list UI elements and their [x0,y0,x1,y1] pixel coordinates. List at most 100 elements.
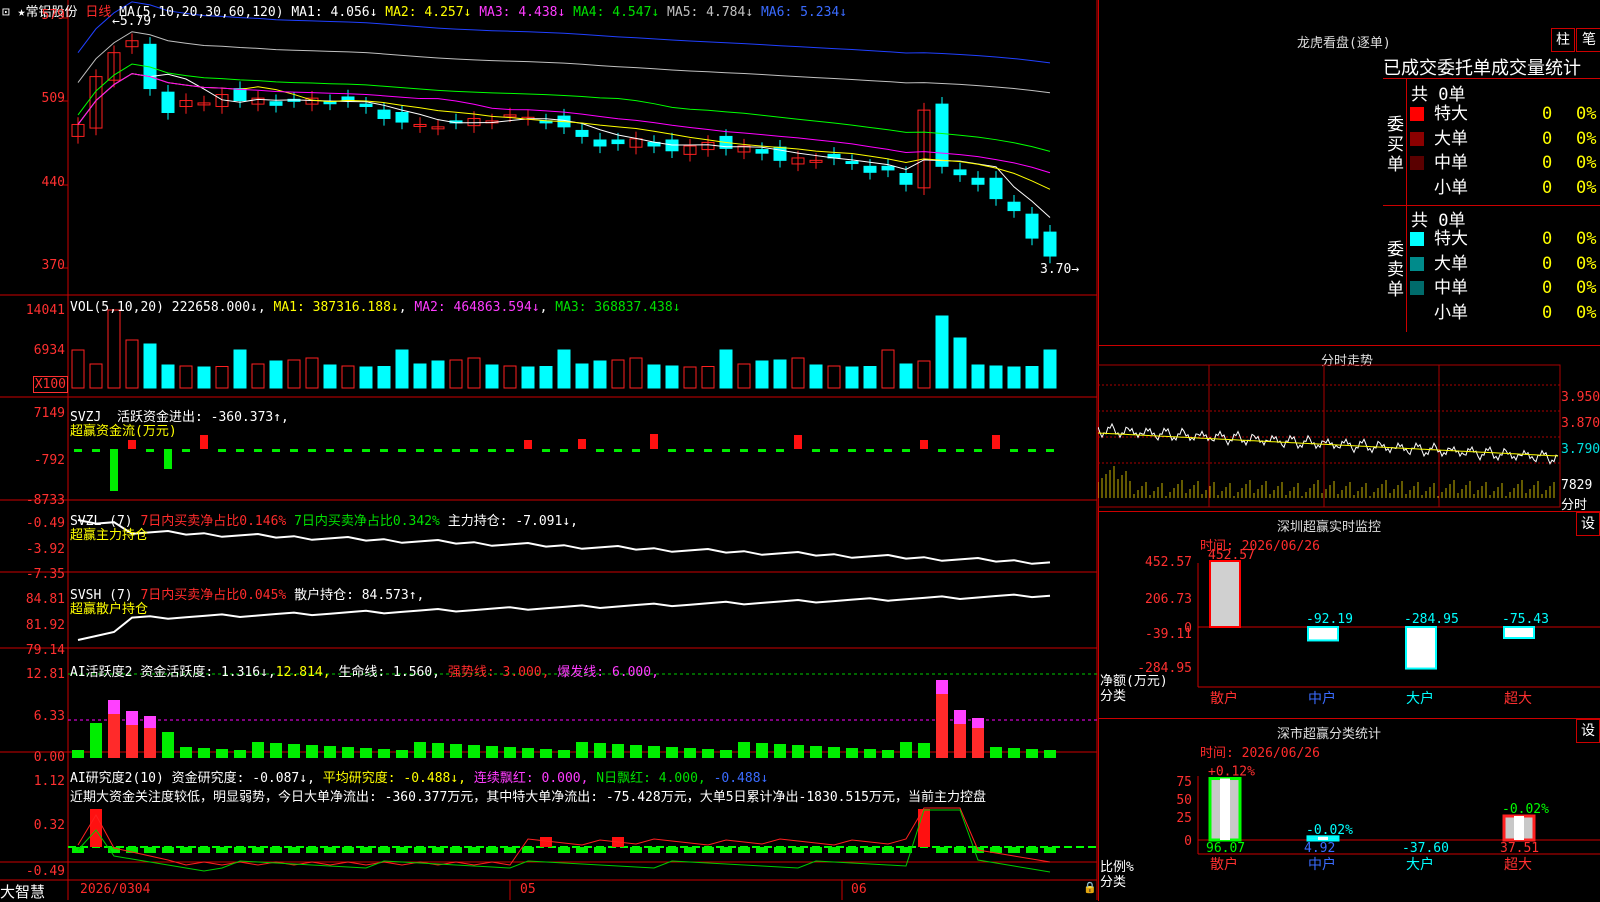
volume-bar [773,359,787,389]
activity-bar [810,746,822,758]
activity-bar [882,750,894,758]
activity-bar [630,745,642,758]
svzj-subtitle: 超赢资金流(万元) [70,424,177,439]
ai2-tick: 0.32 [33,818,65,833]
column-button[interactable]: 柱 [1551,28,1575,52]
class-y-tick: 25 [1176,811,1192,826]
volume-bar [449,359,463,389]
fundflow-bar [830,449,838,452]
activity-bar [360,748,372,758]
fundflow-bar [524,440,532,449]
svzl-tick: -0.49 [25,516,65,531]
menu-icon[interactable]: ⊡ [2,5,10,20]
fundflow-bar [866,449,874,452]
research-bar [378,847,390,853]
class-bar-highlight [1514,815,1524,840]
research-bar [882,847,894,853]
activity-bar [540,749,552,758]
candle-body [575,129,589,137]
research-bar [540,837,552,847]
fundflow-bar [470,449,478,452]
class-bottom-value: 37.51 [1500,841,1539,856]
sell-row: 大单 0 0% [1410,253,1600,275]
activity-bar [900,742,912,758]
order-count: 0 [1542,153,1553,173]
fundflow-bar [974,449,982,452]
activity-bar [756,743,768,758]
activity-bar [828,747,840,758]
order-size-label: 小单 [1434,302,1468,323]
fundflow-bar [1046,449,1054,452]
activity-bar [684,748,696,758]
fundflow-bar [704,449,712,452]
activity-bar [864,749,876,758]
order-count: 0 [1542,253,1553,274]
research-bar [792,847,804,853]
price-tick: 509 [41,91,65,106]
fundflow-bar [416,449,424,452]
monitor-y-tick: 206.73 [1145,592,1192,607]
activity-bar [342,747,354,758]
kline-chart-area[interactable] [0,0,1098,900]
fundflow-bar [362,449,370,452]
order-percent: 0% [1576,253,1597,274]
buy-total: 共 0单 [1411,85,1466,105]
volume-bar [971,364,985,389]
svsh-tick: 79.14 [25,643,65,658]
vol-unit-badge: X100 [32,376,68,393]
svzl-tick: -3.92 [25,542,65,557]
category-label: 大户 [1406,856,1434,873]
volume-bar [233,349,247,389]
fundflow-bar [614,449,622,452]
volume-bar [341,365,355,389]
volume-bar [323,364,337,389]
activity-bar [702,749,714,758]
svzl-subtitle: 超赢主力持仓 [70,528,149,543]
fundflow-bar [650,434,658,449]
order-percent: 0% [1576,104,1597,124]
activity-bar [792,745,804,758]
class-bottom-value: 96.07 [1206,841,1245,856]
class-bottom-value: 4.92 [1304,841,1335,856]
period-label[interactable]: 日线 [85,5,111,20]
activity-bar [270,743,282,758]
color-swatch [1410,281,1424,295]
vol-tick: 6934 [33,343,65,358]
category-label: 散户 [1210,856,1238,873]
volume-bar [1025,366,1039,389]
activity-bar [558,750,570,758]
buy-row: 特大 0 0% [1410,103,1600,125]
fundflow-bar [794,435,802,449]
fundflow-bar [218,449,226,452]
research-bar [684,847,696,853]
fundflow-bar [884,449,892,452]
volume-bar [719,349,733,389]
research-bar [1044,847,1056,853]
monitor-bar-label: -92.19 [1306,612,1353,627]
svzj-tick: -792 [33,453,65,468]
research-bar [504,847,516,853]
volume-bar [917,360,931,389]
activity-bar-top [972,718,984,728]
svzj-tick: 7149 [33,406,65,421]
research-bar [702,847,714,853]
color-swatch [1410,131,1424,146]
activity-bar [396,750,408,758]
research-bar [522,847,534,853]
app-logo: 大智慧 [0,884,46,901]
date-label: 05 [520,882,536,897]
buy-orders-label: 委买单 [1387,115,1404,175]
ai1-tick: 6.33 [33,709,65,724]
lock-icon[interactable]: 🔒 [1083,881,1097,894]
activity-bar [252,742,264,758]
svsh-tick: 81.92 [25,618,65,633]
activity-bar [522,748,534,758]
tick-button[interactable]: 笔 [1576,28,1600,52]
volume-bar [881,349,895,389]
fundflow-bar [776,449,784,452]
ma2-value: MA2: 4.257↓ [385,5,472,20]
volume-bar [1043,349,1057,389]
research-bar [576,847,588,853]
dragon-panel: 龙虎看盘(逐单) 柱 笔 已成交委托单成交量统计 委买单 委卖单 共 0单 共 … [1098,0,1600,345]
order-count: 0 [1542,104,1553,124]
